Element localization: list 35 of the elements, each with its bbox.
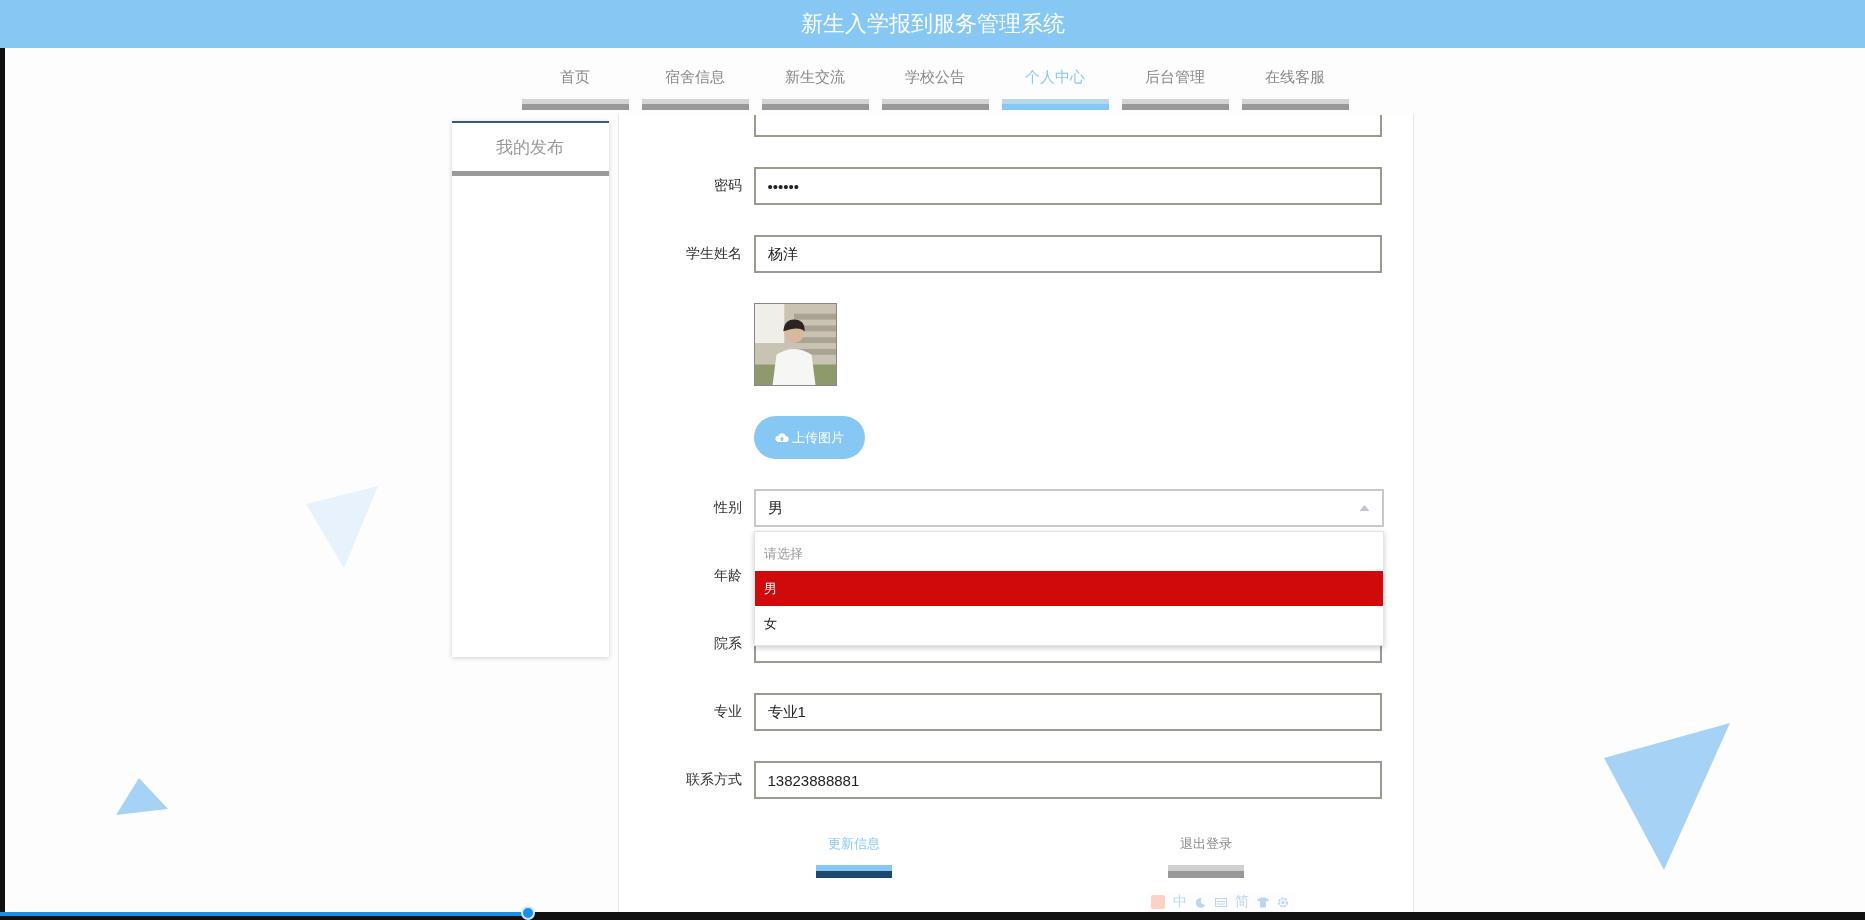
progress-slider[interactable]	[0, 906, 1865, 920]
select-field[interactable]: 男	[753, 489, 1384, 527]
cloud-upload-icon	[774, 432, 789, 443]
nav-tab[interactable]: 后台管理	[1121, 66, 1229, 110]
nav-tab[interactable]: 学校公告	[881, 66, 989, 110]
caret-icon	[1358, 505, 1370, 511]
dropdown-option[interactable]: 女	[754, 606, 1383, 641]
settings-icon[interactable]	[1277, 896, 1289, 908]
slider-thumb[interactable]	[520, 906, 535, 920]
nav-tab[interactable]: 宿舍信息	[641, 66, 749, 110]
nav-tab[interactable]: 新生交流	[761, 66, 869, 110]
field-label: 专业	[712, 703, 743, 721]
input-field[interactable]: 专业1	[753, 693, 1382, 731]
sidebar-item[interactable]: 我的发布	[451, 123, 609, 176]
triangle-decoration	[116, 778, 168, 815]
nav-tab[interactable]: 在线客服	[1241, 66, 1349, 110]
field-label: 联系方式	[684, 771, 743, 789]
input-field[interactable]: 杨洋	[753, 235, 1382, 273]
dropdown-option[interactable]: 男	[754, 571, 1383, 606]
field-label: 年龄	[712, 567, 743, 585]
keyboard-icon[interactable]	[1215, 896, 1227, 908]
input-field[interactable]: ••••••	[753, 167, 1382, 205]
nav-tab[interactable]: 首页	[521, 66, 629, 110]
field-label: 密码	[712, 177, 743, 195]
action-button[interactable]: 更新信息	[816, 835, 893, 878]
moon-icon[interactable]	[1195, 896, 1207, 908]
field-label: 院系	[712, 635, 743, 653]
shirt-icon[interactable]	[1257, 896, 1269, 908]
input-field[interactable]: 13823888881	[753, 761, 1382, 799]
dropdown-option[interactable]: 请选择	[754, 536, 1383, 571]
logo-icon	[1151, 895, 1165, 909]
action-button[interactable]: 退出登录	[1167, 835, 1244, 878]
field-label: 学生姓名	[684, 245, 743, 263]
site-title: 新生入学报到服务管理系统	[800, 10, 1065, 38]
field-label: 性别	[712, 499, 743, 517]
